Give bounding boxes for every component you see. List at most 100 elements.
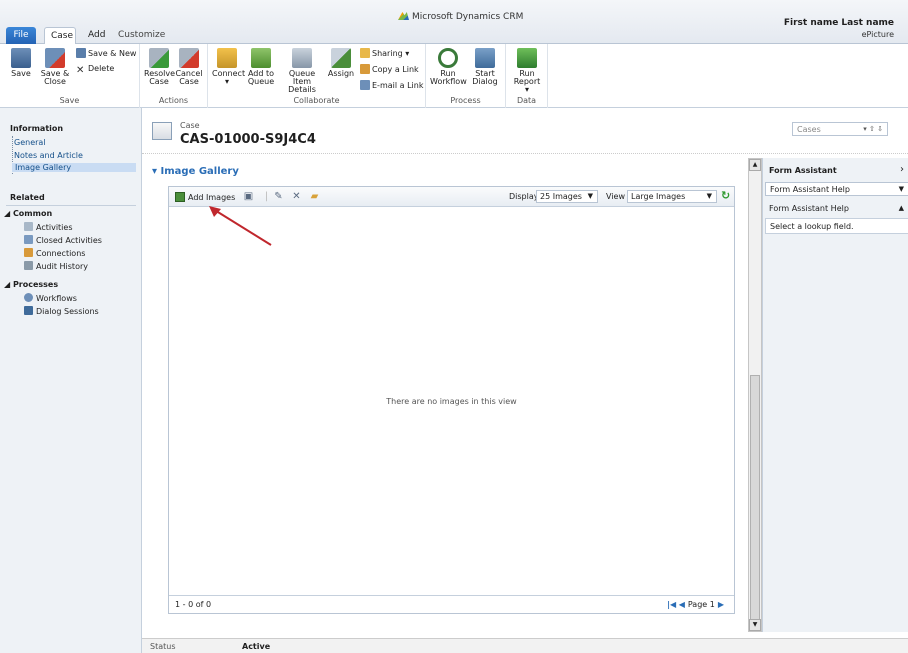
display-count-select[interactable]: 25 Images ▼ <box>536 190 598 203</box>
entity-record-select[interactable]: Cases ▾ ⇧ ⇩ <box>792 122 888 136</box>
add-images-button[interactable]: Add Images <box>175 192 235 202</box>
run-workflow-button[interactable]: Run Workflow <box>430 48 467 86</box>
copy-link-icon <box>360 64 370 74</box>
tab-customize[interactable]: Customize <box>112 27 171 44</box>
chevron-down-icon: ▼ <box>898 185 904 193</box>
dialog-sessions-icon <box>24 306 33 315</box>
run-workflow-icon <box>438 48 458 68</box>
add-images-icon <box>175 192 185 202</box>
start-dialog-icon <box>475 48 495 68</box>
nav-item-audit-history[interactable]: Audit History <box>24 261 88 271</box>
section-title-image-gallery[interactable]: ▾ Image Gallery <box>152 166 239 177</box>
start-dialog-button[interactable]: Start Dialog <box>470 48 500 86</box>
user-name[interactable]: First name Last name <box>784 18 894 28</box>
ribbon-group-label: Data <box>516 96 537 105</box>
nav-link-image-gallery[interactable]: Image Gallery <box>12 163 136 172</box>
cancel-case-button[interactable]: Cancel Case <box>174 48 204 86</box>
chevron-down-icon: ▼ <box>706 192 712 200</box>
empty-view-message: There are no images in this view <box>386 397 517 406</box>
display-label: Display <box>509 192 539 201</box>
status-bar: Status Active <box>142 638 908 653</box>
ribbon-tab-bar: Microsoft Dynamics CRM First name Last n… <box>0 0 908 44</box>
ribbon-group-data: Run Report ▾ Data <box>506 44 548 108</box>
chevron-right-icon[interactable]: › <box>900 164 904 175</box>
first-page-icon[interactable]: |◀ <box>667 600 676 609</box>
queue-item-details-button[interactable]: Queue Item Details <box>282 48 322 94</box>
sharing-button[interactable]: Sharing ▾ <box>360 48 409 58</box>
tab-case[interactable]: Case <box>44 27 76 44</box>
gallery-footer: 1 - 0 of 0 |◀ ◀ Page 1 ▶ <box>169 595 734 613</box>
save-icon[interactable]: ▣ <box>243 191 254 202</box>
copy-link-button[interactable]: Copy a Link <box>360 64 419 74</box>
nav-item-connections[interactable]: Connections <box>24 248 85 258</box>
nav-section-common[interactable]: ◢ Common <box>4 209 52 218</box>
folder-icon[interactable]: ▰ <box>309 191 320 202</box>
left-navigation: Information General Notes and Article Im… <box>0 108 142 653</box>
status-value: Active <box>242 642 271 651</box>
form-assistant-help-text: Select a lookup field. <box>765 218 908 234</box>
record-title: CAS-01000-S9J4C4 <box>180 132 316 147</box>
connections-icon <box>24 248 33 257</box>
refresh-icon[interactable]: ↻ <box>721 190 731 202</box>
save-close-button[interactable]: Save & Close <box>40 48 70 86</box>
collapse-icon[interactable]: ▲ <box>899 204 904 212</box>
assign-button[interactable]: Assign <box>326 48 356 78</box>
workflows-icon <box>24 293 33 302</box>
closed-activities-icon <box>24 235 33 244</box>
delete-button[interactable]: ✕ Delete <box>76 64 114 76</box>
save-button[interactable]: Save <box>6 48 36 78</box>
form-assistant-panel: Form Assistant › Form Assistant Help ▼ Fo… <box>762 158 908 632</box>
ribbon-group-label: Actions <box>158 96 189 105</box>
ribbon-group-collaborate: Connect ▾ Add to Queue Queue Item Detail… <box>208 44 426 108</box>
tab-file[interactable]: File <box>6 27 36 44</box>
activities-icon <box>24 222 33 231</box>
chevron-down-icon: ▼ <box>587 192 593 200</box>
connect-icon <box>217 48 237 68</box>
vertical-scrollbar[interactable]: ▲ ▼ <box>748 158 762 632</box>
form-assistant-help-heading: Form Assistant Help <box>769 204 849 213</box>
sharing-icon <box>360 48 370 58</box>
annotation-arrow <box>209 206 272 246</box>
ribbon-group-actions: Resolve Case Cancel Case Actions <box>140 44 208 108</box>
resolve-case-button[interactable]: Resolve Case <box>144 48 175 86</box>
app-title: Microsoft Dynamics CRM <box>398 12 523 22</box>
add-to-queue-button[interactable]: Add to Queue <box>246 48 276 86</box>
audit-history-icon <box>24 261 33 270</box>
ribbon-group-save: Save Save & Close Save & New ✕ Delete Sav… <box>0 44 140 108</box>
form-assistant-select[interactable]: Form Assistant Help ▼ <box>765 182 908 196</box>
scroll-down-icon[interactable]: ▼ <box>749 619 761 631</box>
case-icon <box>152 122 172 140</box>
edit-icon[interactable]: ✎ <box>273 191 284 202</box>
connect-button[interactable]: Connect ▾ <box>212 48 245 86</box>
nav-link-general[interactable]: General <box>14 138 46 147</box>
record-header: Case CAS-01000-S9J4C4 Cases ▾ ⇧ ⇩ <box>142 108 908 154</box>
queue-item-icon <box>292 48 312 68</box>
email-link-button[interactable]: E-mail a Link <box>360 80 423 90</box>
next-page-icon[interactable]: ▶ <box>718 600 724 609</box>
nav-section-processes[interactable]: ◢ Processes <box>4 280 58 289</box>
separator: | <box>264 191 269 202</box>
ribbon: Save Save & Close Save & New ✕ Delete Sav… <box>0 44 908 108</box>
nav-heading-information: Information <box>10 124 64 133</box>
chevron-down-icon: ▾ ⇧ ⇩ <box>863 125 883 133</box>
save-close-icon <box>45 48 65 68</box>
tab-add[interactable]: Add <box>82 27 111 44</box>
scroll-up-icon[interactable]: ▲ <box>749 159 761 171</box>
delete-icon[interactable]: ✕ <box>291 191 302 202</box>
prev-page-icon[interactable]: ◀ <box>679 600 685 609</box>
nav-link-notes[interactable]: Notes and Article <box>14 151 83 160</box>
page-label: Page 1 <box>687 600 715 609</box>
view-mode-select[interactable]: Large Images ▼ <box>627 190 717 203</box>
run-report-button[interactable]: Run Report ▾ <box>512 48 542 94</box>
cancel-case-icon <box>179 48 199 68</box>
scroll-thumb[interactable] <box>750 375 760 625</box>
run-report-icon <box>517 48 537 68</box>
nav-item-closed-activities[interactable]: Closed Activities <box>24 235 102 245</box>
org-name: ePicture <box>861 30 894 39</box>
nav-item-dialog-sessions[interactable]: Dialog Sessions <box>24 306 99 316</box>
ribbon-group-process: Run Workflow Start Dialog Process <box>426 44 506 108</box>
nav-item-activities[interactable]: Activities <box>24 222 73 232</box>
nav-item-workflows[interactable]: Workflows <box>24 293 77 303</box>
save-new-button[interactable]: Save & New <box>76 48 136 58</box>
nav-heading-related: Related <box>10 193 45 202</box>
